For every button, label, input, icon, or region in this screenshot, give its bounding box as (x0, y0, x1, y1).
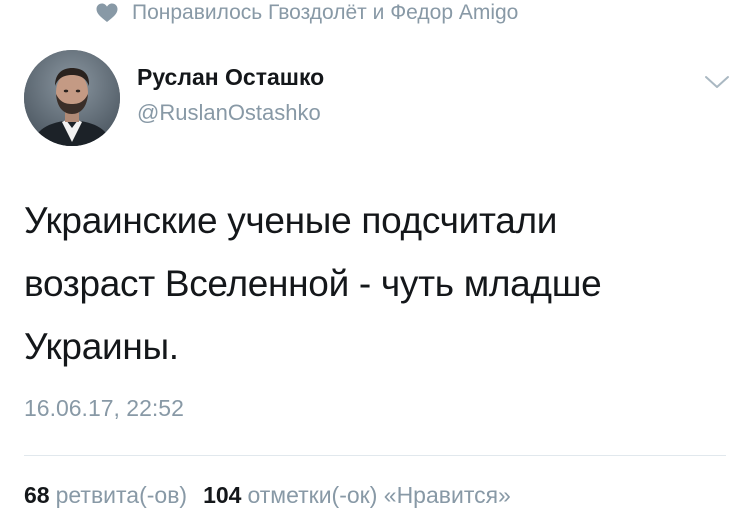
tweet-timestamp[interactable]: 16.06.17, 22:52 (24, 395, 184, 422)
likes-count[interactable]: 104 (203, 482, 241, 509)
avatar-portrait-icon (24, 50, 120, 146)
heart-icon (96, 3, 118, 23)
tweet-text-line: возраст Вселенной - чуть младше (24, 263, 602, 304)
social-context[interactable]: Понравилось Гвоздолёт и Федор Amigo (96, 0, 518, 26)
author-handle[interactable]: @RuslanOstashko (137, 100, 321, 126)
retweets-count[interactable]: 68 (24, 482, 50, 509)
social-context-text: Понравилось Гвоздолёт и Федор Amigo (132, 1, 519, 24)
tweet-text: Украинские ученые подсчитали возраст Все… (24, 189, 714, 378)
likes-label[interactable]: отметки(-ок) «Нравится» (247, 482, 510, 509)
divider (24, 455, 726, 456)
author-name[interactable]: Руслан Осташко (137, 64, 324, 91)
tweet-stats: 68 ретвита(-ов) 104 отметки(-ок) «Нравит… (24, 482, 527, 509)
tweet-text-line: Украинские ученые подсчитали (24, 200, 558, 241)
tweet-text-line: Украины. (24, 326, 179, 367)
chevron-down-icon[interactable] (704, 74, 730, 90)
retweets-label[interactable]: ретвита(-ов) (56, 482, 187, 509)
avatar[interactable] (24, 50, 120, 146)
